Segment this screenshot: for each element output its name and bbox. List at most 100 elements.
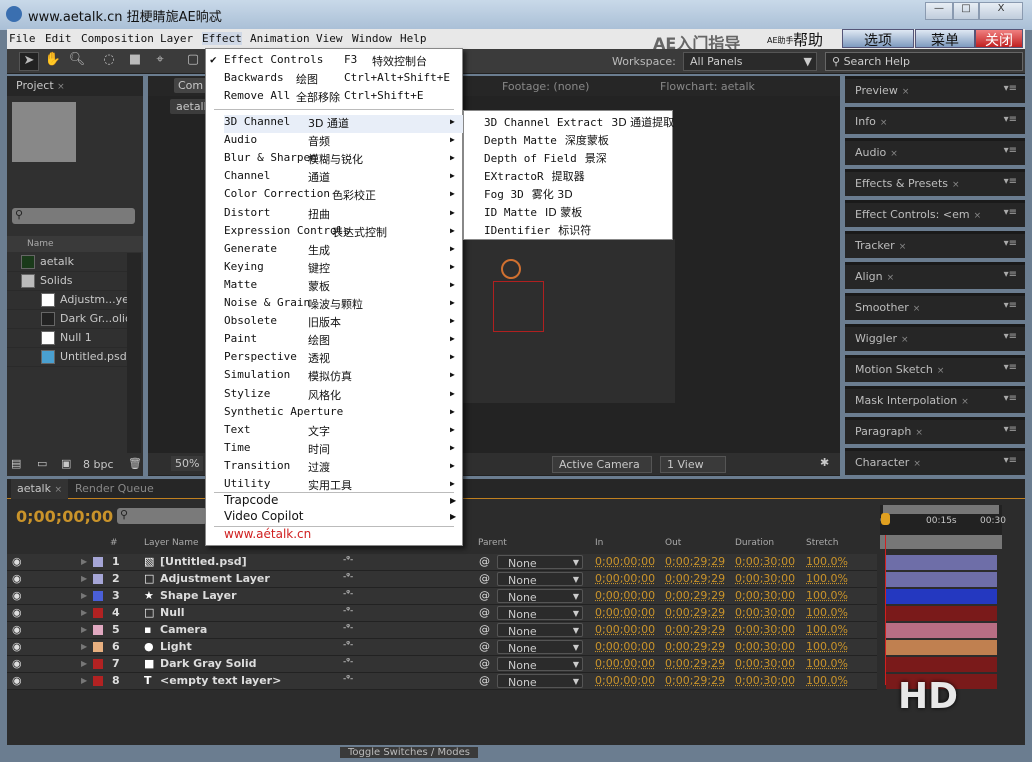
menu-item-stylize[interactable]: Stylize 风格化 ▶ — [224, 387, 464, 405]
parent-select[interactable]: None ▼ — [497, 640, 583, 655]
layer-row[interactable]: ◉ ▶ 6 ● Light -ᵠ- @ None ▼ 0;00;00;00 0;00;29;29 0;… — [7, 639, 877, 656]
current-time[interactable]: 0;00;00;00 — [16, 507, 113, 526]
rectangle-tool-icon[interactable]: ▢ — [183, 52, 203, 71]
expand-triangle-icon[interactable]: ▶ — [81, 625, 87, 634]
in-time[interactable]: 0;00;00;00 — [595, 572, 655, 585]
tab-composition[interactable]: Com — [174, 78, 208, 93]
panel-align[interactable]: Align × ▾≡ — [845, 262, 1025, 289]
menu-item-video-copilot[interactable]: Video Copilot ▶ — [224, 509, 464, 527]
layer-row[interactable]: ◉ ▶ 5 ▪ Camera -ᵠ- @ None ▼ 0;00;00;00 0;00;29;29 0… — [7, 622, 877, 639]
menu-item-backwards[interactable]: Backwards 绘图 Ctrl+Alt+Shift+E — [224, 71, 450, 89]
parent-select[interactable]: None ▼ — [497, 623, 583, 638]
tab-render-queue[interactable]: Render Queue — [75, 482, 154, 495]
duration[interactable]: 0;00;30;00 — [735, 555, 795, 568]
menu-item-transition[interactable]: Transition 过渡 ▶ — [224, 459, 464, 477]
expand-triangle-icon[interactable]: ▶ — [81, 676, 87, 685]
close-icon[interactable]: × — [880, 118, 888, 128]
menu-item-3d-channel[interactable]: 3D Channel 3D 通道 ▶ — [224, 115, 464, 133]
in-time[interactable]: 0;00;00;00 — [595, 589, 655, 602]
layer-name[interactable]: <empty text layer> — [160, 674, 281, 687]
panel-info[interactable]: Info × ▾≡ — [845, 107, 1025, 134]
close-icon[interactable]: × — [952, 180, 960, 190]
panel-preview[interactable]: Preview × ▾≡ — [845, 76, 1025, 103]
expand-triangle-icon[interactable]: ▶ — [81, 557, 87, 566]
close-icon[interactable]: × — [899, 242, 907, 252]
shy-switch-icon[interactable]: -ᵠ- — [343, 572, 353, 582]
pickwhip-icon[interactable]: @ — [479, 674, 490, 687]
out-time[interactable]: 0;00;29;29 — [665, 623, 725, 636]
options-button[interactable]: 选项 — [842, 29, 914, 49]
parent-select[interactable]: None ▼ — [497, 606, 583, 621]
menu-window[interactable]: Window — [352, 32, 392, 45]
menu-view[interactable]: View — [316, 32, 343, 45]
panel-menu-icon[interactable]: ▾≡ — [1004, 455, 1017, 466]
out-time[interactable]: 0;00;29;29 — [665, 657, 725, 670]
visibility-eye-icon[interactable]: ◉ — [12, 674, 22, 687]
pickwhip-icon[interactable]: @ — [479, 555, 490, 568]
panel-menu-icon[interactable]: ▾≡ — [1004, 238, 1017, 249]
comp-canvas[interactable] — [463, 239, 675, 403]
col-layer-name[interactable]: Layer Name — [144, 538, 199, 554]
visibility-eye-icon[interactable]: ◉ — [12, 555, 22, 568]
in-time[interactable]: 0;00;00;00 — [595, 640, 655, 653]
duration[interactable]: 0;00;30;00 — [735, 589, 795, 602]
shy-switch-icon[interactable]: -ᵠ- — [343, 606, 353, 616]
parent-select[interactable]: None ▼ — [497, 572, 583, 587]
pan-behind-tool-icon[interactable]: ⌖ — [150, 52, 170, 71]
menu-item-keying[interactable]: Keying 键控 ▶ — [224, 260, 464, 278]
panel-mask-interpolation[interactable]: Mask Interpolation × ▾≡ — [845, 386, 1025, 413]
shy-switch-icon[interactable]: -ᵠ- — [343, 674, 353, 684]
layer-duration-bar[interactable] — [886, 589, 997, 604]
menu-edit[interactable]: Edit — [45, 32, 72, 45]
layer-duration-bar[interactable] — [886, 572, 997, 587]
menu-item-remove-all[interactable]: Remove All 全部移除 Ctrl+Shift+E — [224, 89, 423, 107]
menu-item-channel[interactable]: Channel 通道 ▶ — [224, 169, 464, 187]
pickwhip-icon[interactable]: @ — [479, 572, 490, 585]
project-scrollbar[interactable] — [127, 253, 141, 453]
search-help-input[interactable]: ⚲ Search Help — [825, 52, 1023, 71]
duration[interactable]: 0;00;30;00 — [735, 640, 795, 653]
menu-item-obsolete[interactable]: Obsolete 旧版本 ▶ — [224, 314, 464, 332]
shy-switch-icon[interactable]: -ᵠ- — [343, 640, 353, 650]
out-time[interactable]: 0;00;29;29 — [665, 589, 725, 602]
visibility-eye-icon[interactable]: ◉ — [12, 657, 22, 670]
duration[interactable]: 0;00;30;00 — [735, 674, 795, 687]
pickwhip-icon[interactable]: @ — [479, 657, 490, 670]
expand-triangle-icon[interactable]: ▶ — [81, 574, 87, 583]
parent-select[interactable]: None ▼ — [497, 589, 583, 604]
playhead-icon[interactable] — [881, 513, 890, 525]
layer-name[interactable]: Null — [160, 606, 185, 619]
out-time[interactable]: 0;00;29;29 — [665, 640, 725, 653]
panel-character[interactable]: Character × ▾≡ — [845, 448, 1025, 475]
menu-item-distort[interactable]: Distort 扭曲 ▶ — [224, 206, 464, 224]
help-link[interactable]: 帮助 — [793, 29, 823, 50]
layer-name[interactable]: [Untitled.psd] — [160, 555, 247, 568]
layer-name[interactable]: Adjustment Layer — [160, 572, 270, 585]
panel-motion-sketch[interactable]: Motion Sketch × ▾≡ — [845, 355, 1025, 382]
project-item[interactable]: aetalk — [7, 253, 127, 272]
site-link[interactable]: www.aétalk.cn — [224, 527, 311, 545]
stretch[interactable]: 100.0% — [806, 640, 848, 653]
submenu-item-identifier[interactable]: IDentifier 标识符 — [484, 222, 591, 238]
menu-item-effect-controls[interactable]: ✔ Effect Controls 特效控制台 F3 — [210, 53, 427, 71]
layer-name[interactable]: Dark Gray Solid — [160, 657, 257, 670]
tab-footage[interactable]: Footage: (none) — [502, 80, 589, 93]
layer-duration-bar[interactable] — [886, 657, 997, 672]
flowchart-icon[interactable]: ✱ — [820, 456, 829, 469]
menu-animation[interactable]: Animation — [250, 32, 310, 45]
menu-layer[interactable]: Layer — [160, 32, 193, 45]
project-item[interactable]: Solids — [7, 272, 127, 291]
layer-name[interactable]: Shape Layer — [160, 589, 237, 602]
stretch[interactable]: 100.0% — [806, 589, 848, 602]
menu-item-synthetic-aperture[interactable]: Synthetic Aperture ▶ — [224, 405, 464, 423]
shy-switch-icon[interactable]: -ᵠ- — [343, 555, 353, 565]
bit-depth[interactable]: 8 bpc — [83, 458, 114, 471]
new-folder-icon[interactable]: ▭ — [37, 457, 47, 470]
panel-paragraph[interactable]: Paragraph × ▾≡ — [845, 417, 1025, 444]
new-comp-icon[interactable]: ▣ — [61, 457, 71, 470]
parent-select[interactable]: None ▼ — [497, 555, 583, 570]
visibility-eye-icon[interactable]: ◉ — [12, 623, 22, 636]
layer-row[interactable]: ◉ ▶ 2 □ Adjustment Layer -ᵠ- @ None ▼ 0;00;00;00 0… — [7, 571, 877, 588]
out-time[interactable]: 0;00;29;29 — [665, 555, 725, 568]
project-item[interactable]: Null 1 — [7, 329, 127, 348]
